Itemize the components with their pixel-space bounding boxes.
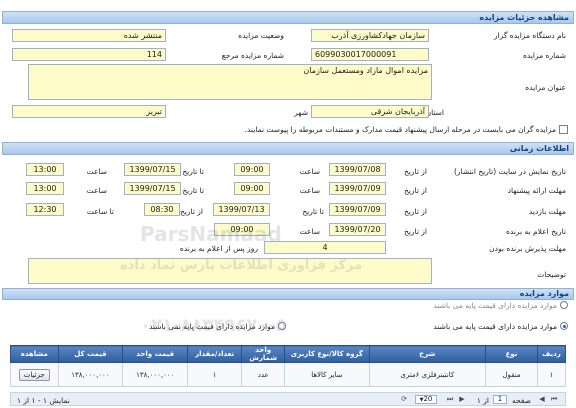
details-button[interactable]: جزئیات: [18, 368, 50, 381]
col-total-price: قیمت کل: [57, 345, 124, 363]
offer-to-time-field: 13:00: [26, 182, 64, 195]
announce-date-label: از تاریخ: [403, 227, 427, 236]
status-label: وضعیت مزایده: [238, 31, 284, 40]
number-field: 6099030017000091: [311, 48, 429, 61]
next-page-icon[interactable]: ▶: [457, 395, 467, 404]
publish-from-date-field: 1399/07/08: [329, 163, 386, 176]
accept-days-field: 4: [264, 241, 386, 254]
cell-unit-price: ۱۳۸,۰۰۰,۰۰۰: [122, 362, 189, 387]
publish-from-date-label: از تاریخ: [403, 167, 427, 176]
cell-group: سایر کالاها: [284, 362, 370, 387]
offer-from-date-field: 1399/07/09: [329, 182, 386, 195]
description-field: [28, 258, 432, 284]
col-view: مشاهده: [10, 345, 59, 363]
radio-no-base-price-label: موارد مزایده دارای قیمت پایه نمی باشند: [149, 322, 275, 331]
items-section-header: موارد مزایده: [2, 288, 574, 300]
publish-from-time-field: 09:00: [234, 163, 270, 176]
offer-from-date-label: از تاریخ: [403, 186, 427, 195]
last-page-icon[interactable]: ⏭: [445, 395, 455, 404]
visit-from-date-label: از تاریخ: [403, 207, 427, 216]
offer-from-time-label: ساعت: [299, 186, 320, 195]
cell-qty: ۱: [187, 362, 243, 387]
visit-to-date-label: تا تاریخ: [302, 207, 324, 216]
pager: ⏮ ◀ صفحه 1 از ۱ ▶ ⏭ 20▼ ⟳ نمایش ۱ - ۱ از…: [10, 392, 566, 406]
notice-text: مزایده گران می بایست در مرحله ارسال پیشن…: [244, 125, 556, 134]
cell-type: منقول: [485, 362, 538, 387]
page-size-select[interactable]: 20▼: [415, 395, 437, 404]
pager-summary: نمایش ۱ - ۱ از ۱: [17, 396, 70, 405]
title-label: عنوان مزایده: [525, 83, 566, 92]
items-table: ردیف نوع شرح گروه کالا/نوع کاربری واحد ش…: [10, 345, 567, 387]
publish-to-date-label: تا تاریخ: [182, 167, 204, 176]
description-label: توضیحات: [537, 270, 566, 279]
province-field: آذربایجان شرقی: [311, 105, 429, 118]
announce-date-field: 1399/07/20: [329, 223, 386, 236]
notice-checkbox[interactable]: [559, 125, 568, 134]
publish-to-time-label: ساعت: [86, 167, 107, 176]
ref-number-field: 114: [12, 48, 166, 61]
publish-to-date-field: 1399/07/15: [124, 163, 181, 176]
ref-number-label: شماره مزایده مرجع: [221, 51, 284, 60]
visit-to-time-label: تا ساعت: [86, 207, 114, 216]
col-desc: شرح: [368, 345, 487, 363]
number-label: شماره مزایده: [522, 51, 566, 60]
accept-suffix: روز پس از اعلام به برنده: [179, 244, 258, 253]
col-row: ردیف: [536, 345, 567, 363]
publish-to-time-field: 13:00: [26, 163, 64, 176]
offer-to-time-label: ساعت: [86, 186, 107, 195]
offer-from-time-field: 09:00: [234, 182, 270, 195]
cell-desc: کانتینرفلزی ۶متری: [368, 362, 487, 387]
radio-no-base-price[interactable]: [278, 322, 286, 330]
col-type: نوع: [485, 345, 538, 363]
title-field: مزایده اموال مازاد ومستعمل سازمان: [28, 64, 432, 100]
offer-to-date-field: 1399/07/15: [124, 182, 181, 195]
page-of-total: از ۱: [476, 396, 489, 405]
offer-label: مهلت ارائه پیشنهاد: [507, 186, 566, 195]
visit-to-time-field: 12:30: [26, 203, 64, 216]
refresh-icon[interactable]: ⟳: [399, 395, 409, 404]
first-page-icon[interactable]: ⏮: [549, 395, 559, 404]
offer-to-date-label: تا تاریخ: [182, 186, 204, 195]
visit-from-time-field: 08:30: [144, 203, 180, 216]
details-section-header: مشاهده جزئیات مزایده: [2, 11, 574, 24]
col-unit-price: قیمت واحد: [122, 345, 189, 363]
col-qty: تعداد/مقدار: [187, 345, 243, 363]
status-field: منتشر شده: [12, 29, 166, 42]
visit-from-date-field: 1399/07/09: [329, 203, 386, 216]
announce-label: تاریخ اعلام به برنده: [505, 227, 566, 236]
items-header-row: ردیف نوع شرح گروه کالا/نوع کاربری واحد ش…: [10, 345, 567, 363]
cell-view: جزئیات: [10, 362, 59, 387]
visit-to-date-field: 1399/07/13: [213, 203, 270, 216]
city-field: تبریز: [12, 105, 166, 118]
col-group: گروه کالا/نوع کاربری: [284, 345, 370, 363]
org-field: سازمان جهادکشاورزی آذرب: [311, 29, 429, 42]
cell-unit: عدد: [241, 362, 286, 387]
cell-row: ۱: [536, 362, 567, 387]
radio-with-base-price[interactable]: [560, 322, 568, 330]
accept-label: مهلت پذیرش برنده بودن: [489, 244, 566, 253]
publish-from-time-label: ساعت: [299, 167, 320, 176]
visit-from-time-label: از تاریخ: [179, 207, 203, 216]
table-row: ۱ منقول کانتینرفلزی ۶متری سایر کالاها عد…: [10, 362, 567, 387]
publish-label: تاریخ نمایش در سایت (تاریخ انتشار): [454, 167, 566, 176]
visit-label: مهلت بازدید: [528, 207, 566, 216]
radio-with-base-price-label: موارد مزایده دارای قیمت پایه می باشند: [433, 322, 557, 331]
org-label: نام دستگاه مزایده گزار: [493, 31, 566, 40]
prev-page-icon[interactable]: ◀: [537, 395, 547, 404]
city-label: شهر: [294, 108, 308, 117]
page-word: صفحه: [511, 396, 531, 405]
radio-with-base-price-top-label: موارد مزایده دارای قیمت پایه می باشند: [433, 301, 557, 310]
announce-time-field: 09:00: [214, 223, 270, 236]
col-unit: واحد شمارش: [241, 345, 286, 363]
page-input[interactable]: 1: [493, 395, 507, 404]
cell-total-price: ۱۳۸,۰۰۰,۰۰۰: [57, 362, 124, 387]
timing-section-header: اطلاعات زمانی: [2, 142, 574, 155]
radio-with-base-price-top[interactable]: [560, 301, 568, 309]
announce-time-label: ساعت: [299, 227, 320, 236]
